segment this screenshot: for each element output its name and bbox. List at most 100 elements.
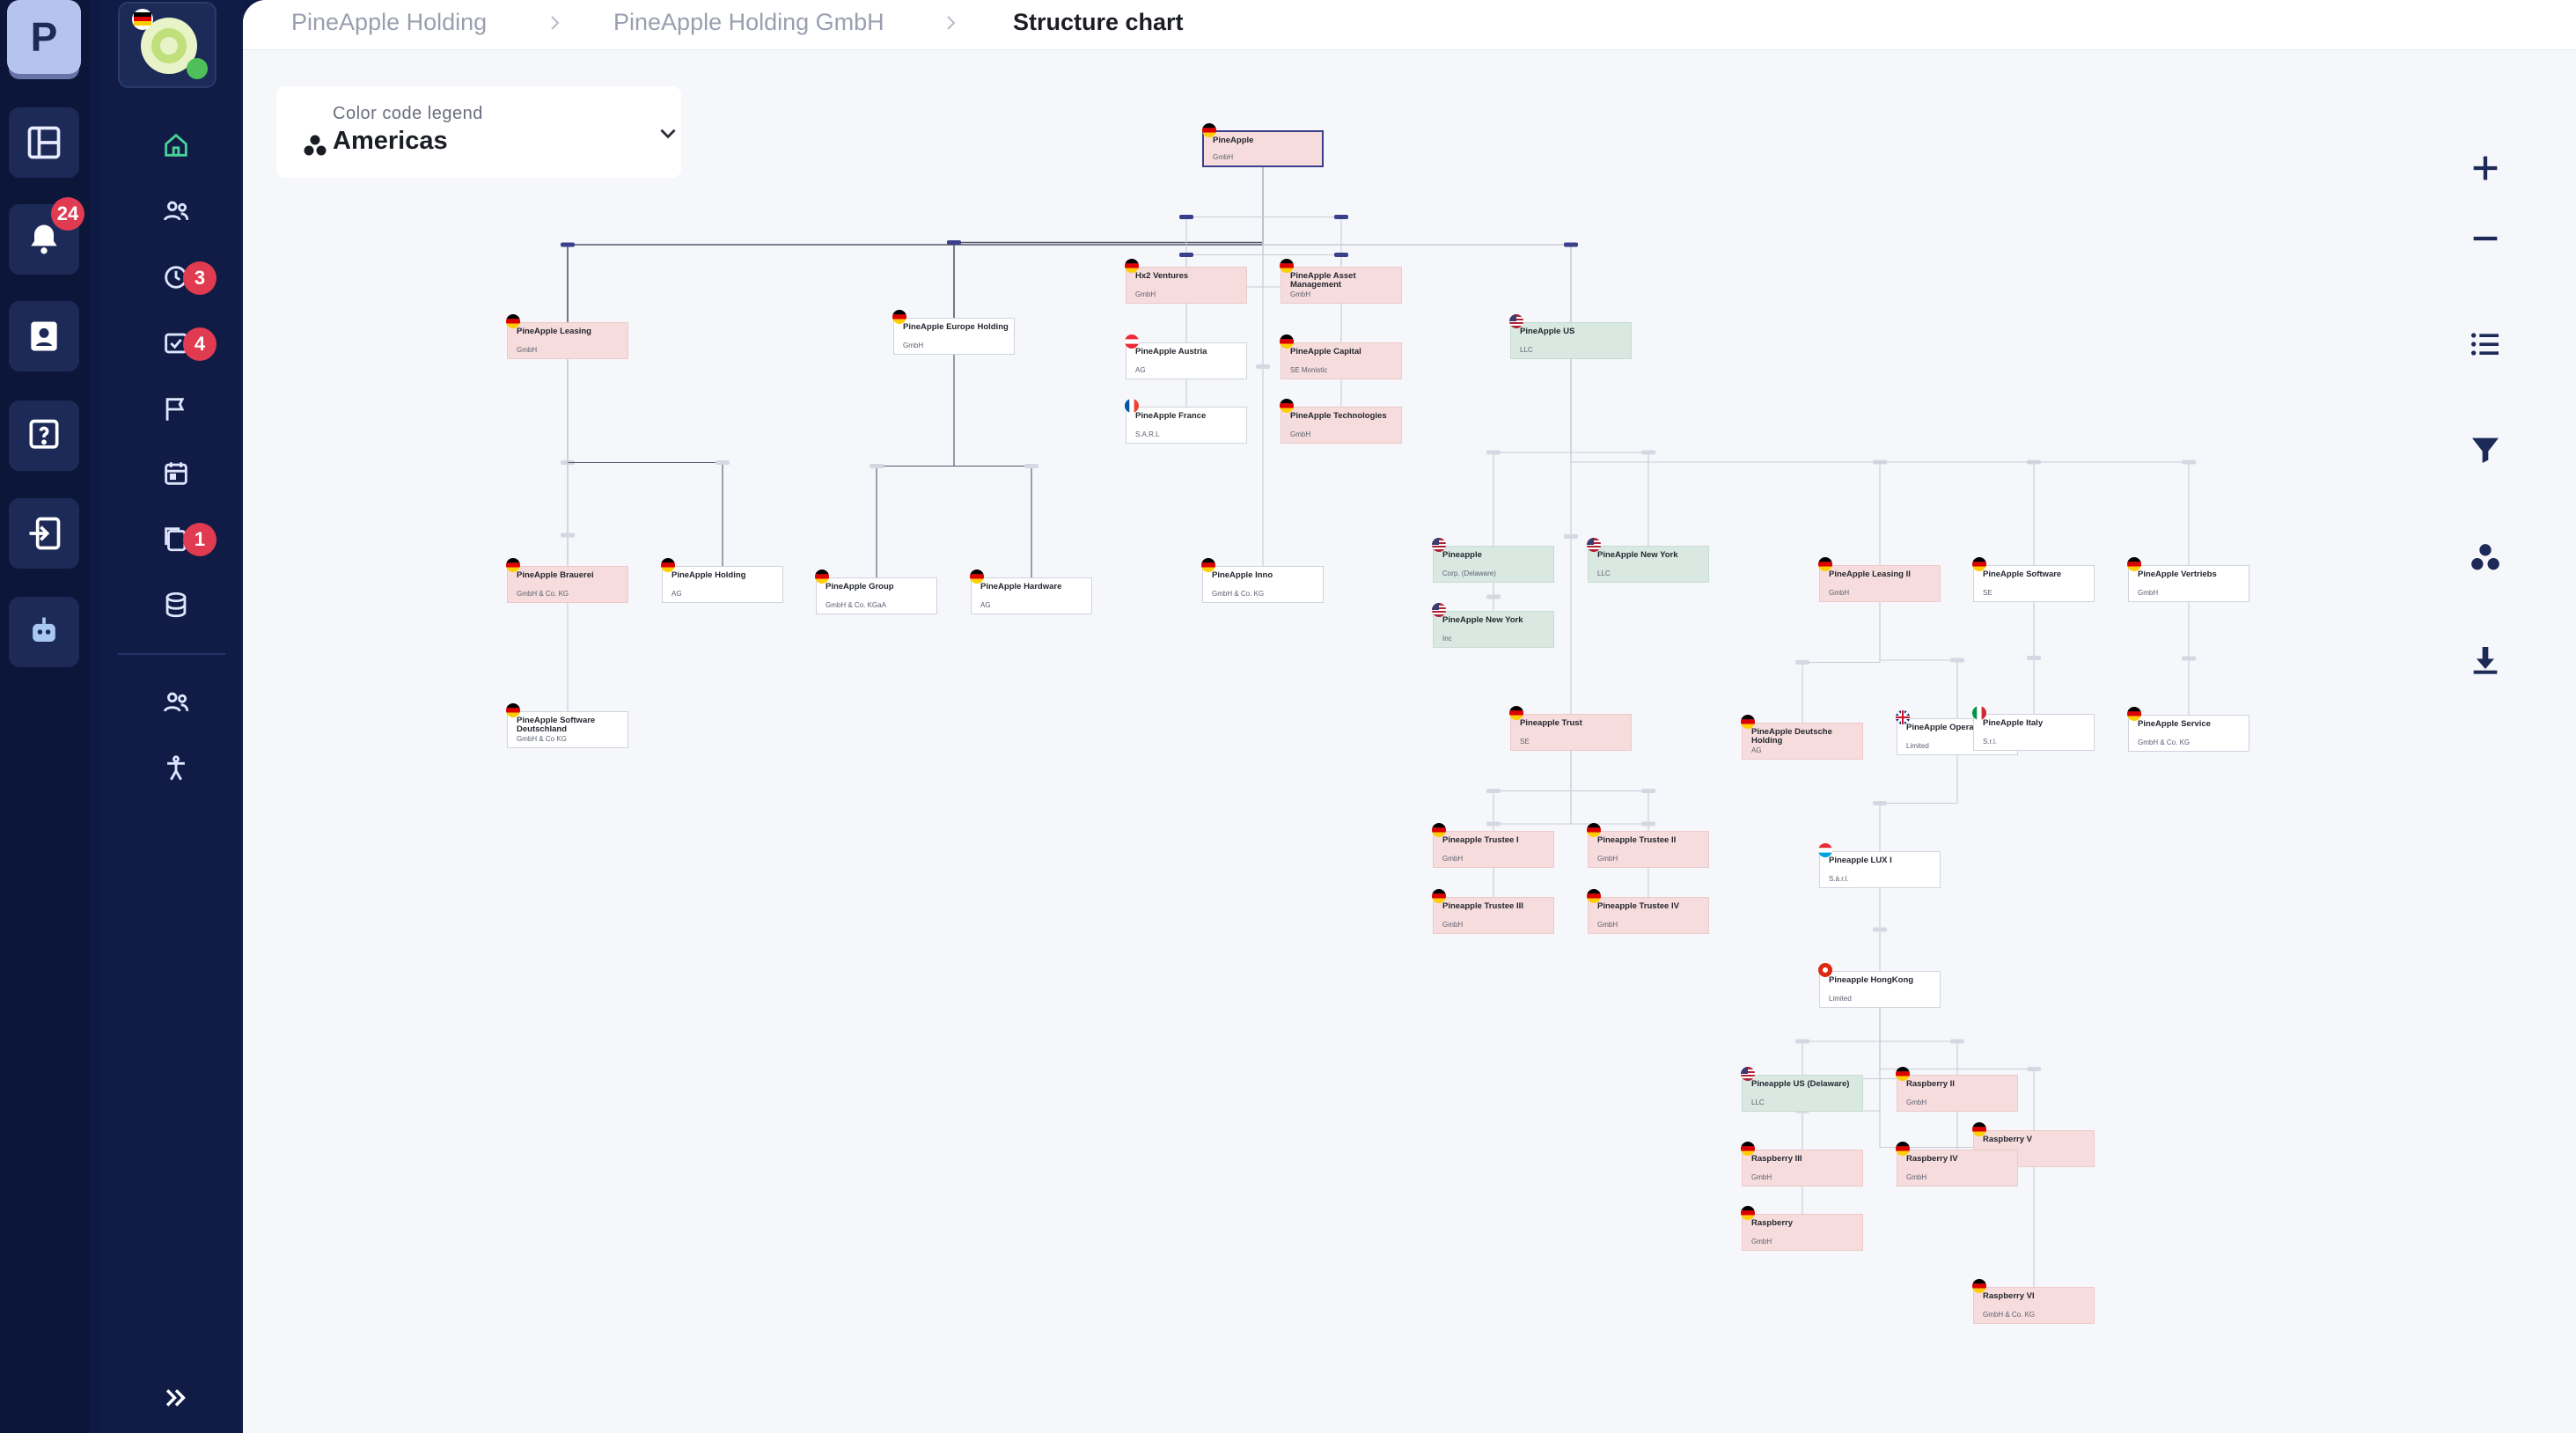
entity-node[interactable]: PineApple Austria AG <box>1125 334 1247 379</box>
ownership-share-tag <box>1795 1039 1809 1044</box>
entity-name: Pineapple Trustee IV <box>1597 901 1679 911</box>
entity-node[interactable]: Pineapple Trustee III GmbH <box>1432 889 1554 934</box>
contacts-icon[interactable] <box>9 301 79 371</box>
entity-node[interactable]: PineApple Capital SE Monistic <box>1280 334 1402 379</box>
entity-node[interactable]: PineApple Leasing GmbH <box>506 314 628 359</box>
logout-icon[interactable] <box>9 498 79 569</box>
entity-name: PineApple Software Deutschland <box>517 716 596 734</box>
entity-node[interactable]: PineApple Deutsche Holding AG <box>1741 715 1863 760</box>
entity-name: Pineapple HongKong <box>1829 975 1914 985</box>
people-icon[interactable] <box>144 185 208 238</box>
entity-node[interactable]: PineApple Vertriebs GmbH <box>2127 557 2249 602</box>
entity-node[interactable]: PineApple Italy S.r.l. <box>1972 706 2095 751</box>
ownership-connector <box>1802 1008 1881 1075</box>
entity-node[interactable]: Pineapple Trust SE <box>1509 706 1632 751</box>
ownership-share-tag <box>2182 656 2196 661</box>
entity-node[interactable]: PineApple New York Inc <box>1432 603 1554 648</box>
entity-legal-form: LLC <box>1520 346 1533 354</box>
entity-node[interactable]: Raspberry IV GmbH <box>1896 1142 2018 1187</box>
ownership-connector <box>876 355 955 577</box>
color-legend-icon <box>304 135 327 156</box>
entity-node[interactable]: PineApple Brauerei GmbH & Co. KG <box>506 558 628 603</box>
entity-node[interactable]: PineApple Europe Holding GmbH <box>892 310 1015 355</box>
entity-node[interactable]: PineApple Group GmbH & Co. KGaA <box>815 570 937 614</box>
ownership-share-tag <box>716 460 730 465</box>
entity-node[interactable]: Pineapple LUX I S.à.r.l. <box>1818 843 1941 888</box>
entity-legal-form: GmbH & Co KG <box>517 735 567 743</box>
entity-node[interactable]: Raspberry III GmbH <box>1741 1142 1863 1187</box>
flag-icon[interactable] <box>144 383 208 436</box>
ownership-share-tag <box>1873 927 1887 932</box>
entity-legal-form: GmbH <box>1751 1238 1772 1246</box>
entity-node[interactable]: Raspberry GmbH <box>1741 1206 1863 1251</box>
entity-node[interactable]: Raspberry II GmbH <box>1896 1067 2018 1112</box>
entity-node[interactable]: PineApple Hardware AG <box>970 570 1092 614</box>
zoom-in-button[interactable] <box>2455 138 2515 198</box>
entity-node[interactable]: PineApple GmbH <box>1202 123 1324 167</box>
breadcrumb-item-holding[interactable]: PineApple Holding <box>291 9 487 36</box>
inbox-button[interactable]: 4 <box>144 317 217 370</box>
entity-legal-form: GmbH & Co. KGaA <box>826 601 886 609</box>
entity-legal-form: GmbH <box>1751 1173 1772 1181</box>
entity-node[interactable]: Raspberry VI GmbH & Co. KG <box>1972 1279 2095 1324</box>
home-icon[interactable] <box>144 119 208 172</box>
entity-node[interactable]: PineApple France S.A.R.L <box>1125 399 1247 444</box>
legend-label: Color code legend <box>333 104 483 123</box>
entity-name: PineApple New York <box>1442 615 1523 625</box>
entity-node[interactable]: PineApple New York LLC <box>1587 538 1709 583</box>
entity-name: Pineapple Trustee III <box>1442 901 1523 911</box>
entity-node[interactable]: PineApple Service GmbH & Co. KG <box>2127 707 2249 752</box>
color-code-button[interactable] <box>2455 528 2515 588</box>
entity-node[interactable]: PineApple Holding AG <box>661 558 783 603</box>
documents-button[interactable]: 1 <box>144 512 217 565</box>
entity-name: Pineapple Trust <box>1520 718 1582 728</box>
accessibility-icon[interactable] <box>144 742 208 795</box>
team-icon[interactable] <box>144 676 208 729</box>
calendar-icon[interactable] <box>144 447 208 500</box>
breadcrumb-item-holding-gmbh[interactable]: PineApple Holding GmbH <box>613 9 884 36</box>
ownership-share-tag <box>1334 253 1348 257</box>
entity-node[interactable]: PineApple Software SE <box>1972 557 2095 602</box>
ownership-share-tag <box>561 242 575 247</box>
entity-name: PineApple Holding <box>672 570 746 580</box>
entity-node[interactable]: PineApple Leasing II GmbH <box>1818 557 1941 602</box>
entity-node[interactable]: Pineapple US (Delaware) LLC <box>1741 1067 1863 1112</box>
entity-legal-form: Limited <box>1829 995 1852 1003</box>
ownership-share-tag <box>1641 450 1655 455</box>
entity-name: Raspberry V <box>1983 1135 2032 1144</box>
tasks-button[interactable]: 3 <box>144 251 217 304</box>
structure-chart-canvas[interactable]: PineApple Holding PineApple Holding GmbH… <box>243 0 2576 1433</box>
entity-node[interactable]: PineApple US LLC <box>1509 314 1632 359</box>
entity-node[interactable]: PineApple Software Deutschland GmbH & Co … <box>506 703 628 748</box>
filter-button[interactable] <box>2455 420 2515 480</box>
entity-legal-form: Inc <box>1442 635 1452 643</box>
entity-node[interactable]: Pineapple HongKong Limited <box>1818 963 1941 1008</box>
notifications-button[interactable]: 24 <box>9 197 84 275</box>
expand-icon[interactable] <box>144 1371 208 1424</box>
entity-node[interactable]: Hx2 Ventures GmbH <box>1125 259 1247 304</box>
plus-icon <box>2473 156 2498 180</box>
entity-name: Pineapple LUX I <box>1829 856 1892 865</box>
entity-node[interactable]: Pineapple Trustee IV GmbH <box>1587 889 1709 934</box>
entity-node[interactable]: PineApple Asset Management GmbH <box>1280 259 1402 304</box>
help-icon[interactable] <box>9 401 79 471</box>
chevron-down-icon <box>660 129 676 139</box>
download-button[interactable] <box>2455 630 2515 690</box>
entity-name: Pineapple <box>1442 550 1482 560</box>
robot-icon[interactable] <box>9 597 79 667</box>
entity-logo[interactable] <box>118 2 217 88</box>
entity-node[interactable]: PineApple Inno GmbH & Co. KG <box>1201 558 1324 603</box>
ownership-share-tag <box>561 533 575 538</box>
layout-icon[interactable] <box>9 107 79 178</box>
color-legend-select[interactable]: Color code legend Americas <box>276 86 681 178</box>
ownership-connector <box>1493 359 1572 546</box>
app-logo[interactable]: P <box>7 0 81 74</box>
entity-node[interactable]: Pineapple Trustee I GmbH <box>1432 823 1554 868</box>
entity-node[interactable]: Pineapple Trustee II GmbH <box>1587 823 1709 868</box>
entity-node[interactable]: Pineapple Corp. (Delaware) <box>1432 538 1554 583</box>
zoom-out-button[interactable] <box>2455 209 2515 268</box>
entity-node[interactable]: PineApple Technologies GmbH <box>1280 399 1402 444</box>
list-view-button[interactable] <box>2455 314 2515 374</box>
ownership-connector <box>1262 167 1342 267</box>
database-icon[interactable] <box>144 578 208 631</box>
